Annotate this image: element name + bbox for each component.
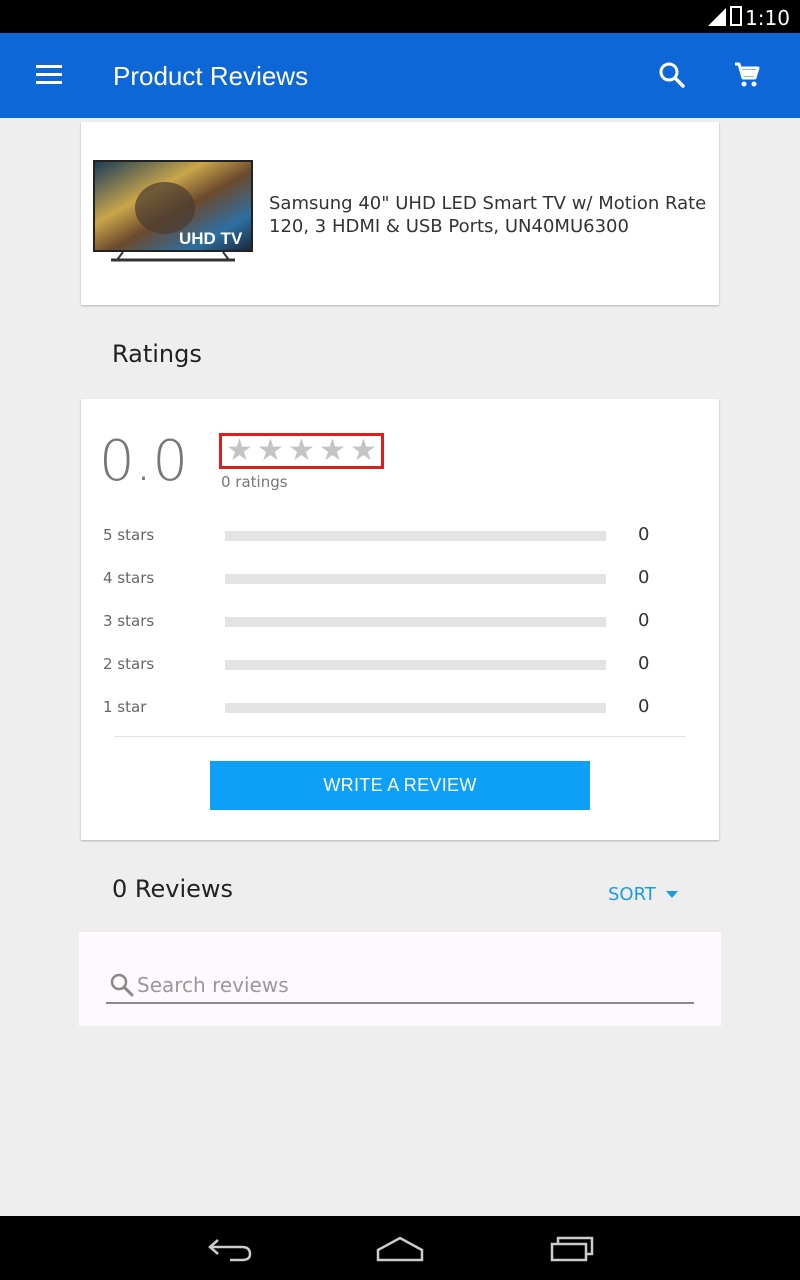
rating-row-4: 4 stars 0 — [103, 567, 663, 591]
cart-icon[interactable] — [733, 61, 761, 89]
menu-icon[interactable] — [36, 65, 62, 85]
rating-bar — [225, 703, 606, 713]
search-field[interactable] — [106, 970, 694, 1004]
sort-label: SORT — [608, 884, 656, 905]
star-icon: ★ — [288, 434, 315, 467]
rating-row-label: 1 star — [103, 698, 147, 716]
search-panel — [79, 932, 721, 1026]
system-nav-bar — [0, 1216, 800, 1280]
search-input[interactable] — [137, 970, 687, 1000]
rating-bar — [225, 531, 606, 541]
rating-row-label: 5 stars — [103, 526, 155, 544]
ratings-count: 0 ratings — [221, 473, 288, 491]
star-icon: ★ — [350, 434, 377, 467]
app-bar: Product Reviews — [0, 33, 800, 118]
rating-row-3: 3 stars 0 — [103, 610, 663, 634]
product-image: UHD TV — [93, 160, 253, 262]
rating-bar — [225, 617, 606, 627]
rating-row-label: 2 stars — [103, 655, 155, 673]
rating-row-2: 2 stars 0 — [103, 653, 663, 677]
product-image-label: UHD TV — [179, 229, 243, 248]
recents-icon[interactable] — [548, 1234, 596, 1264]
sort-button[interactable]: SORT — [608, 884, 678, 905]
rating-bar — [225, 660, 606, 670]
write-review-button[interactable]: WRITE A REVIEW — [210, 761, 590, 810]
signal-icon — [708, 8, 726, 26]
rating-row-count: 0 — [638, 610, 650, 631]
ratings-title: Ratings — [112, 340, 202, 368]
divider — [114, 736, 686, 737]
star-icon: ★ — [226, 434, 253, 467]
rating-row-5: 5 stars 0 — [103, 524, 663, 548]
reviews-title: 0 Reviews — [112, 875, 234, 903]
rating-bar — [225, 574, 606, 584]
back-icon[interactable] — [206, 1234, 254, 1264]
product-card[interactable]: UHD TV Samsung 40" UHD LED Smart TV w/ M… — [81, 122, 719, 305]
chevron-down-icon — [665, 891, 678, 898]
rating-row-label: 4 stars — [103, 569, 155, 587]
rating-row-count: 0 — [638, 567, 650, 588]
rating-row-count: 0 — [638, 696, 650, 717]
battery-icon — [730, 6, 742, 26]
average-rating: 0.0 — [99, 429, 189, 494]
status-time: 1:10 — [745, 6, 790, 30]
rating-row-count: 0 — [638, 653, 650, 674]
product-name: Samsung 40" UHD LED Smart TV w/ Motion R… — [269, 193, 707, 237]
rating-row-label: 3 stars — [103, 612, 155, 630]
star-icon: ★ — [257, 434, 284, 467]
star-rating[interactable]: ★ ★ ★ ★ ★ — [219, 433, 384, 469]
rating-row-count: 0 — [638, 524, 650, 545]
status-bar: 1:10 — [0, 0, 800, 33]
ratings-card: 0.0 ★ ★ ★ ★ ★ 0 ratings 5 stars 0 4 star… — [81, 399, 719, 840]
page-title: Product Reviews — [113, 61, 309, 91]
home-icon[interactable] — [374, 1234, 426, 1264]
rating-row-1: 1 star 0 — [103, 696, 663, 720]
search-icon — [110, 973, 134, 997]
star-icon: ★ — [319, 434, 346, 467]
search-icon[interactable] — [658, 61, 686, 89]
